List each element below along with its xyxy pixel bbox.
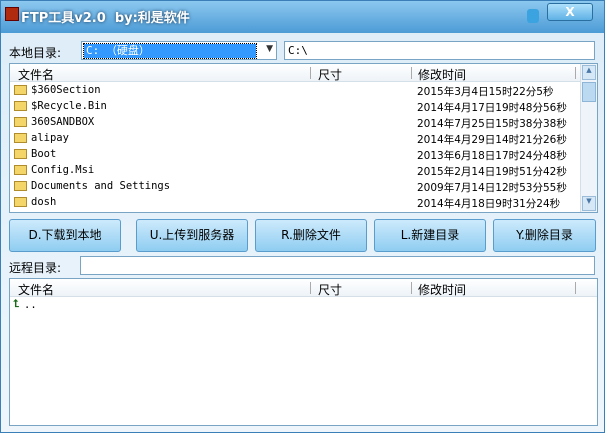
file-modified: 2009年7月14日12时53分55秒 — [417, 182, 567, 194]
list-item[interactable]: $360Section 2015年3月4日15时22分5秒 — [10, 82, 597, 98]
delete-file-button[interactable]: R.删除文件 — [255, 219, 367, 252]
file-modified: 2014年4月18日9时31分24秒 — [417, 198, 561, 210]
list-item[interactable]: Config.Msi 2015年2月14日19时51分42秒 — [10, 162, 597, 178]
folder-icon — [14, 101, 27, 111]
file-modified: 2013年6月18日17时24分48秒 — [417, 150, 567, 162]
scroll-up-icon[interactable]: ▲ — [582, 65, 596, 80]
file-name: .. — [24, 299, 37, 311]
col-modified[interactable]: 修改时间 — [418, 281, 466, 298]
scroll-down-icon[interactable]: ▼ — [582, 196, 596, 211]
app-icon — [5, 7, 19, 21]
delete-dir-button[interactable]: Y.删除目录 — [493, 219, 596, 252]
remote-dir-label: 远程目录: — [9, 261, 62, 275]
folder-icon — [14, 85, 27, 95]
file-name: dosh — [31, 196, 57, 208]
col-size[interactable]: 尺寸 — [318, 281, 342, 298]
folder-icon — [14, 133, 27, 143]
file-modified: 2014年4月29日14时21分26秒 — [417, 134, 567, 146]
folder-icon — [14, 197, 27, 207]
local-scrollbar[interactable]: ▲ ▼ — [580, 64, 597, 212]
close-button[interactable]: X — [547, 3, 593, 21]
folder-icon — [14, 149, 27, 159]
file-modified: 2014年7月25日15时38分38秒 — [417, 118, 567, 130]
remote-path-input[interactable] — [80, 256, 595, 275]
col-name[interactable]: 文件名 — [18, 281, 54, 298]
drive-selected: C: （硬盘） — [83, 43, 257, 59]
file-modified: 2014年4月17日19时48分56秒 — [417, 102, 567, 114]
file-name: 360SANDBOX — [31, 116, 95, 128]
folder-icon — [14, 117, 27, 127]
list-item[interactable]: ⮤ .. — [10, 297, 597, 313]
local-path-input[interactable]: C:\ — [284, 41, 595, 60]
folder-icon — [14, 181, 27, 191]
list-item[interactable]: Boot 2013年6月18日17时24分48秒 — [10, 146, 597, 162]
file-name: $Recycle.Bin — [31, 100, 107, 112]
list-item[interactable]: Documents and Settings 2009年7月14日12时53分55… — [10, 178, 597, 194]
file-modified: 2015年2月14日19时51分42秒 — [417, 166, 567, 178]
file-name: Boot — [31, 148, 57, 160]
file-name: $360Section — [31, 84, 101, 96]
local-file-list[interactable]: 文件名 尺寸 修改时间 $360Section 2015年3月4日15时22分5秒… — [9, 63, 598, 213]
title-bar: FTP工具v2.0 by:利是软件 X — [1, 1, 604, 33]
list-item[interactable]: dosh 2014年4月18日9时31分24秒 — [10, 194, 597, 210]
chevron-down-icon[interactable]: ▼ — [266, 44, 273, 54]
list-header: 文件名 尺寸 修改时间 — [10, 64, 597, 82]
remote-file-list[interactable]: 文件名 尺寸 修改时间 ⮤ .. — [9, 278, 598, 426]
file-modified: 2015年3月4日15时22分5秒 — [417, 86, 554, 98]
file-name: Config.Msi — [31, 164, 95, 176]
list-item[interactable]: $Recycle.Bin 2014年4月17日19时48分56秒 — [10, 98, 597, 114]
col-name[interactable]: 文件名 — [18, 66, 54, 83]
list-header: 文件名 尺寸 修改时间 — [10, 279, 597, 297]
col-size[interactable]: 尺寸 — [318, 66, 342, 83]
list-item[interactable]: 360SANDBOX 2014年7月25日15时38分38秒 — [10, 114, 597, 130]
col-modified[interactable]: 修改时间 — [418, 66, 466, 83]
ftp-window: FTP工具v2.0 by:利是软件 X 本地目录: C: （硬盘） ▼ C:\ … — [0, 0, 605, 433]
drive-select[interactable]: C: （硬盘） ▼ — [81, 41, 277, 60]
upload-button[interactable]: U.上传到服务器 — [136, 219, 248, 252]
skin-icon[interactable] — [527, 9, 539, 23]
download-button[interactable]: D.下载到本地 — [9, 219, 121, 252]
new-dir-button[interactable]: L.新建目录 — [374, 219, 486, 252]
local-dir-label: 本地目录: — [9, 46, 62, 60]
window-title: FTP工具v2.0 by:利是软件 — [21, 11, 190, 26]
scroll-thumb[interactable] — [582, 82, 596, 102]
file-name: alipay — [31, 132, 69, 144]
file-name: Documents and Settings — [31, 180, 171, 192]
parent-dir-icon: ⮤ — [13, 298, 20, 310]
list-item[interactable]: alipay 2014年4月29日14时21分26秒 — [10, 130, 597, 146]
folder-icon — [14, 165, 27, 175]
